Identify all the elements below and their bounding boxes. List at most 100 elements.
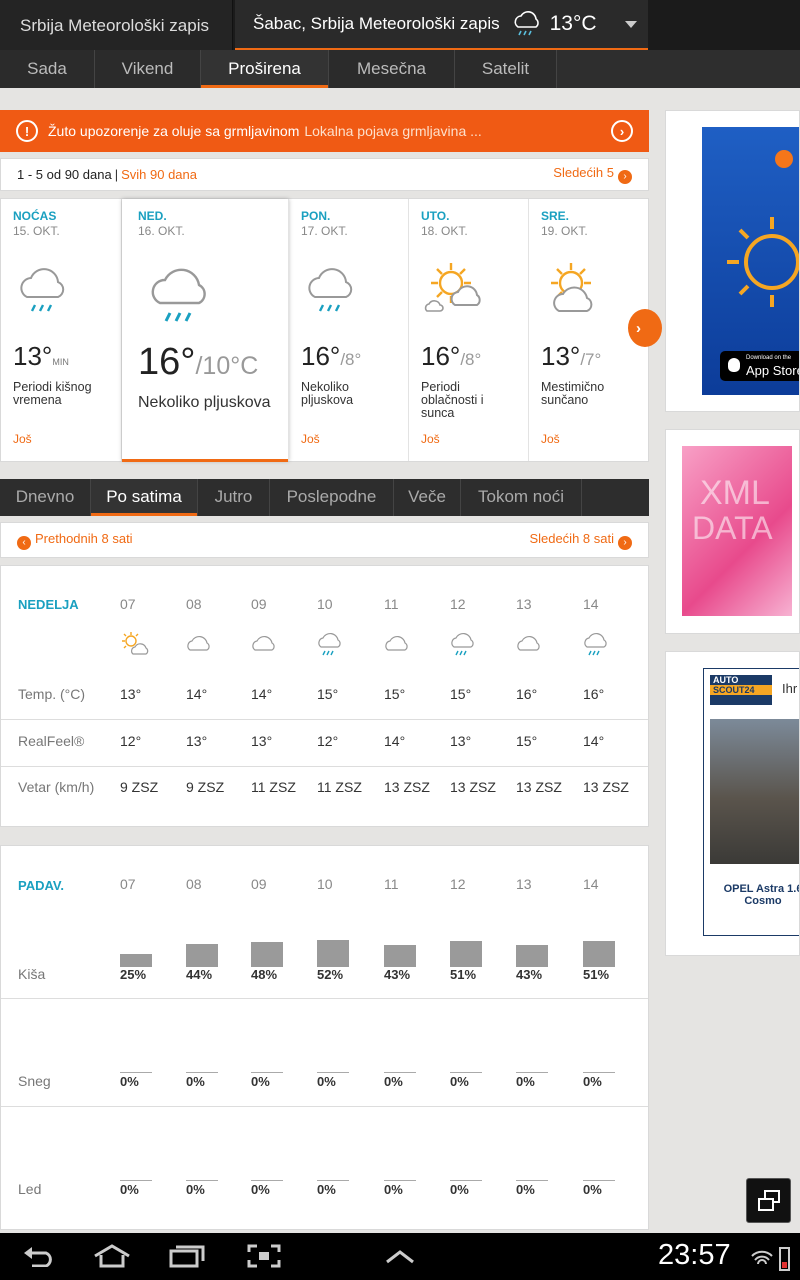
weather-alert-banner[interactable]: ! Žuto upozorenje za oluje sa grmljavino… [0, 110, 649, 152]
tab-vece[interactable]: Veče [394, 479, 461, 516]
home-button[interactable] [92, 1241, 132, 1271]
location-name: Šabac, Srbija Meteorološki zapis [253, 14, 500, 33]
wind-cell: 13 ZSZ [384, 779, 430, 795]
next-5-days-link[interactable]: Sledećih 5 › [553, 165, 632, 184]
day-card[interactable]: PON. 17. OKT. 16°/8° Nekoliko pljuskova … [289, 199, 409, 461]
wind-label: Vetar (km/h) [18, 779, 95, 795]
wind-cell: 13 ZSZ [516, 779, 562, 795]
hour-label: 10 [317, 596, 333, 612]
more-link[interactable]: Još [13, 432, 32, 446]
snow-bar [516, 1072, 548, 1073]
warning-icon: ! [16, 120, 38, 142]
rain-cloud-icon [308, 268, 353, 312]
realfeel-cell: 13° [251, 733, 273, 749]
ad-app-store[interactable]: Download on the App Store [665, 110, 800, 412]
rain-bar [120, 954, 152, 967]
tab-poslepodne[interactable]: Poslepodne [270, 479, 394, 516]
back-button[interactable] [22, 1241, 56, 1271]
more-link[interactable]: Još [301, 432, 320, 446]
tab-dnevno[interactable]: Dnevno [0, 479, 91, 516]
snow-cell: 0% [186, 1074, 205, 1089]
recent-apps-button[interactable] [168, 1241, 206, 1271]
arrow-right-icon[interactable]: › [611, 120, 633, 142]
tab-po-satima[interactable]: Po satima [91, 479, 198, 516]
rain-cell: 51% [450, 967, 477, 982]
ice-bar [317, 1180, 349, 1181]
app-store-text: App Store [746, 363, 800, 378]
location-selector[interactable]: Šabac, Srbija Meteorološki zapis 13°C [235, 0, 648, 50]
ice-cell: 0% [384, 1182, 403, 1197]
region-title[interactable]: Srbija Meteorološki zapis [0, 0, 233, 50]
day-name: UTO. [421, 209, 450, 223]
hour-label: 07 [120, 876, 136, 892]
ad-autoscout[interactable]: AUTO SCOUT24 Ihr OPEL Astra 1.6 Cosmo [665, 651, 800, 956]
tab-vikend[interactable]: Vikend [95, 50, 201, 88]
precip-label: PADAV. [18, 878, 64, 893]
system-nav-bar: 23:57 [0, 1233, 800, 1280]
hour-label: 07 [120, 596, 136, 612]
snow-cell: 0% [317, 1074, 336, 1089]
hour-label: 13 [516, 876, 532, 892]
rain-bar [251, 942, 283, 967]
ice-bar [516, 1180, 548, 1181]
menu-up-button[interactable] [384, 1241, 416, 1271]
rain-label: Kiša [18, 966, 46, 982]
alert-subtitle: Lokalna pojava grmljavina ... [304, 123, 482, 139]
tab-satelit[interactable]: Satelit [455, 50, 557, 88]
ice-bar [583, 1180, 615, 1181]
snow-bar [120, 1072, 152, 1073]
day-name: NED. [138, 209, 167, 223]
previous-8-hours-link[interactable]: ‹ Prethodnih 8 sati [17, 531, 133, 550]
sun-cloud-icon [424, 263, 481, 312]
realfeel-cell: 14° [384, 733, 406, 749]
day-name: PON. [301, 209, 331, 223]
ice-cell: 0% [450, 1182, 469, 1197]
rain-bar [186, 944, 218, 967]
more-link[interactable]: Još [421, 432, 440, 446]
tab-prosirena[interactable]: Proširena [201, 50, 329, 88]
next-5-label: Sledećih 5 [553, 165, 614, 180]
temp-cell: 15° [450, 686, 472, 702]
divider [1, 766, 648, 767]
temp-cell: 14° [251, 686, 273, 702]
ice-cell: 0% [516, 1182, 535, 1197]
tab-tokom-noci[interactable]: Tokom noći [461, 479, 582, 516]
more-link[interactable]: Još [541, 432, 560, 446]
day-card[interactable]: UTO. 18. OKT. 16°/8° Periodi oblačnosti … [409, 199, 529, 461]
divider [1, 719, 648, 720]
period-tabs: Dnevno Po satima Jutro Poslepodne Veče T… [0, 479, 649, 516]
rain-cell: 48% [251, 967, 278, 982]
next-8-hours-link[interactable]: Sledećih 8 sati › [529, 531, 632, 550]
cloud-icon [187, 635, 210, 651]
wind-cell: 13 ZSZ [583, 779, 629, 795]
day-temp: 13°/7° [541, 341, 602, 371]
day-card[interactable]: NOĆAS 15. OKT. 13°MIN Periodi kišnog vre… [1, 199, 122, 461]
ad-xml-data[interactable]: XML DATA [665, 429, 800, 634]
day-card-selected[interactable]: NED. 16. OKT. 16°/10°C Nekoliko pljuskov… [122, 199, 289, 462]
screenshot-button[interactable] [247, 1241, 281, 1271]
hour-label: 14 [583, 596, 599, 612]
car-image [710, 719, 799, 864]
rain-bar [516, 945, 548, 967]
tab-mesecna[interactable]: Mesečna [329, 50, 455, 88]
day-desc: Nekoliko pljuskova [138, 394, 271, 411]
ice-bar [186, 1180, 218, 1181]
cloud-icon [517, 635, 540, 651]
tab-sada[interactable]: Sada [0, 50, 95, 88]
rain-cloud-icon [318, 632, 341, 656]
ice-bar [384, 1180, 416, 1181]
day-name: NOĆAS [13, 209, 57, 223]
chevron-up-icon [386, 1250, 414, 1264]
arrow-left-icon: ‹ [17, 535, 31, 550]
multiwindow-button[interactable] [746, 1178, 791, 1223]
location-dropdown[interactable] [612, 0, 650, 50]
app-store-badge[interactable]: Download on the App Store [720, 351, 800, 381]
tab-jutro[interactable]: Jutro [198, 479, 270, 516]
next-days-button[interactable]: › [628, 309, 662, 347]
snow-cell: 0% [583, 1074, 602, 1089]
rain-cloud-icon [584, 632, 607, 656]
hour-label: 11 [384, 876, 399, 892]
all-days-link[interactable]: Svih 90 dana [121, 167, 197, 182]
wind-cell: 13 ZSZ [450, 779, 496, 795]
temp-cell: 15° [384, 686, 406, 702]
